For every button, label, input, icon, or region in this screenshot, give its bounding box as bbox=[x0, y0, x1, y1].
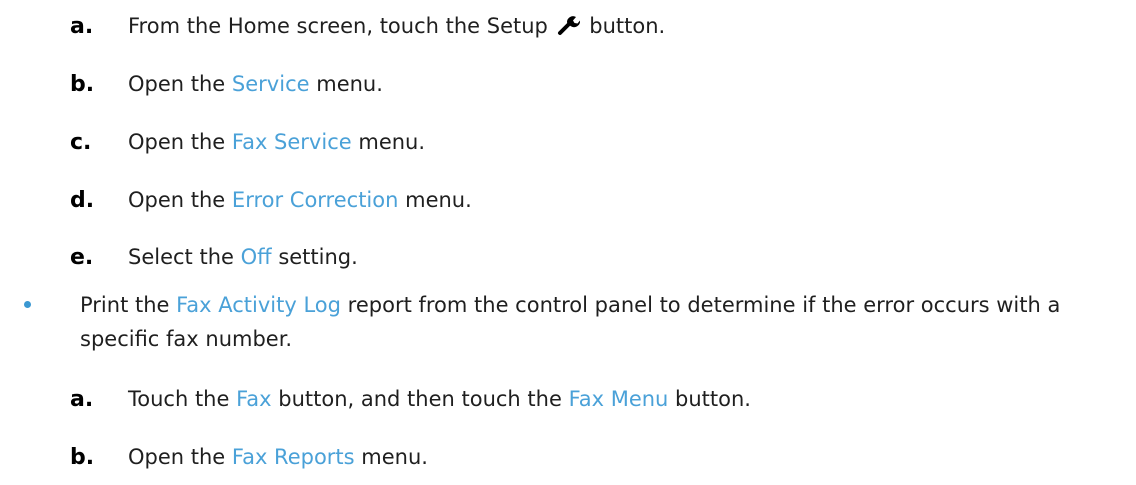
step-text-pre: From the Home screen, touch the Setup bbox=[128, 14, 548, 38]
ui-label-fax: Fax bbox=[236, 387, 272, 411]
step-letter: a. bbox=[70, 14, 94, 39]
step-text-post: menu. bbox=[316, 72, 383, 96]
wrench-icon bbox=[557, 16, 580, 35]
step-text: Select the Off setting. bbox=[128, 245, 358, 269]
step-letter: c. bbox=[70, 130, 92, 155]
ui-label-off: Off bbox=[240, 245, 272, 269]
ui-label-fax-reports: Fax Reports bbox=[231, 445, 355, 469]
step-letter: b. bbox=[70, 72, 95, 97]
step-a-fax-menu: a. Touch the Fax button, and then touch … bbox=[0, 387, 1136, 417]
step-text-pre: Touch the bbox=[128, 387, 230, 411]
step-text: Open the Fax Service menu. bbox=[128, 130, 425, 154]
bullet-item-fax-activity-log: Print the Fax Activity Log report from t… bbox=[80, 288, 1130, 356]
step-text-mid: button, and then touch the bbox=[278, 387, 562, 411]
step-e-off: e. Select the Off setting. bbox=[0, 245, 1136, 275]
step-c-fax-service: c. Open the Fax Service menu. bbox=[0, 130, 1136, 160]
ui-label-fax-service: Fax Service bbox=[231, 130, 352, 154]
step-letter: d. bbox=[70, 188, 95, 213]
step-letter: b. bbox=[70, 445, 95, 470]
step-text-pre: Open the bbox=[128, 188, 226, 212]
step-text-post: menu. bbox=[405, 188, 472, 212]
step-text-pre: Open the bbox=[128, 130, 226, 154]
step-d-error-correction: d. Open the Error Correction menu. bbox=[0, 188, 1136, 218]
step-text: Open the Fax Reports menu. bbox=[128, 445, 428, 469]
bullet-icon bbox=[24, 301, 31, 308]
ui-label-fax-menu: Fax Menu bbox=[568, 387, 669, 411]
step-text-post: menu. bbox=[358, 130, 426, 154]
step-text-pre: Open the bbox=[128, 445, 226, 469]
step-text: Open the Error Correction menu. bbox=[128, 188, 472, 212]
ui-label-service: Service bbox=[231, 72, 310, 96]
ui-label-error-correction: Error Correction bbox=[231, 188, 399, 212]
step-text-post: button. bbox=[589, 14, 666, 38]
step-text-post: button. bbox=[675, 387, 751, 411]
bullet-text-pre: Print the bbox=[80, 293, 170, 317]
step-b-service: b. Open the Service menu. bbox=[0, 72, 1136, 102]
step-text: Touch the Fax button, and then touch the… bbox=[128, 387, 751, 411]
ui-label-fax-activity-log: Fax Activity Log bbox=[176, 293, 341, 317]
step-text-post: menu. bbox=[361, 445, 428, 469]
step-letter: a. bbox=[70, 387, 94, 412]
step-a-setup: a. From the Home screen, touch the Setup… bbox=[0, 14, 1136, 44]
step-text: Open the Service menu. bbox=[128, 72, 383, 96]
step-text: From the Home screen, touch the Setup bu… bbox=[128, 14, 665, 38]
step-text-post: setting. bbox=[278, 245, 358, 269]
step-letter: e. bbox=[70, 245, 94, 270]
step-text-pre: Select the bbox=[128, 245, 234, 269]
step-b-fax-reports: b. Open the Fax Reports menu. bbox=[0, 445, 1136, 475]
step-text-pre: Open the bbox=[128, 72, 226, 96]
